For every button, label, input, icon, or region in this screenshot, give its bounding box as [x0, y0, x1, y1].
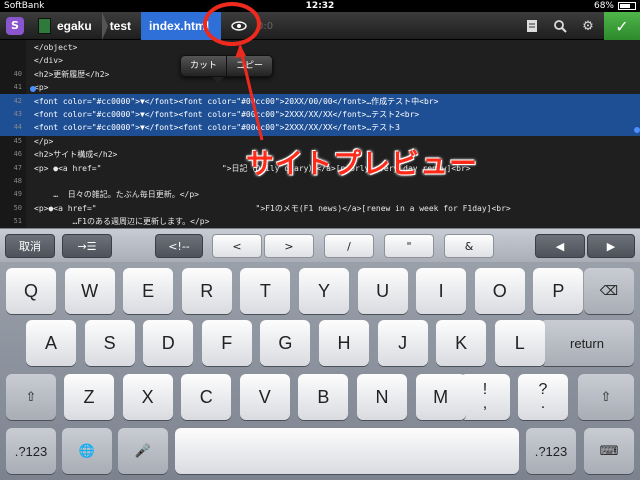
key-e[interactable]: E — [123, 268, 174, 314]
key-bottom-glyph: , — [482, 395, 488, 412]
space-bar[interactable] — [175, 428, 519, 474]
key-n[interactable]: N — [357, 374, 407, 420]
key-o[interactable]: O — [474, 268, 525, 314]
less-than-button[interactable]: < — [212, 234, 262, 258]
key-d[interactable]: D — [143, 320, 194, 366]
hide-keyboard-key[interactable]: ⌨ — [584, 428, 634, 474]
key-r[interactable]: R — [181, 268, 232, 314]
comment-button[interactable]: <!-- — [155, 234, 203, 258]
microphone-key[interactable]: 🎤 — [118, 428, 168, 474]
shift-key-right[interactable]: ⇧ — [578, 374, 634, 420]
key-z[interactable]: Z — [64, 374, 114, 420]
key-u[interactable]: U — [357, 268, 408, 314]
key-y[interactable]: Y — [299, 268, 349, 314]
key-w[interactable]: W — [64, 268, 115, 314]
exclamation-comma-key[interactable]: ! , — [460, 374, 510, 420]
key-s[interactable]: S — [84, 320, 135, 366]
return-key[interactable]: return — [540, 320, 634, 366]
numbers-key-left[interactable]: .?123 — [6, 428, 56, 474]
backspace-key[interactable]: ⌫ — [584, 268, 634, 314]
greater-than-button[interactable]: > — [264, 234, 314, 258]
key-b[interactable]: B — [298, 374, 349, 420]
indent-button[interactable]: →☰ — [62, 234, 112, 258]
key-i[interactable]: I — [416, 268, 467, 314]
key-m[interactable]: M — [415, 374, 466, 420]
globe-key[interactable]: 🌐 — [62, 428, 112, 474]
key-q[interactable]: Q — [6, 268, 56, 314]
key-k[interactable]: K — [436, 320, 487, 366]
key-p[interactable]: P — [533, 268, 584, 314]
key-l[interactable]: L — [494, 320, 545, 366]
key-v[interactable]: V — [239, 374, 290, 420]
annotation-label: サイトプレビュー — [246, 147, 479, 180]
key-c[interactable]: C — [181, 374, 232, 420]
ampersand-button[interactable]: & — [444, 234, 494, 258]
key-g[interactable]: G — [260, 320, 311, 366]
cursor-right-button[interactable]: ▶ — [587, 234, 635, 258]
key-bottom-glyph: . — [540, 395, 546, 412]
key-f[interactable]: F — [201, 320, 252, 366]
software-keyboard: ⌫ return ⇧ ! , ? . ⇧ .?123 🌐 🎤 .?123 ⌨ Q… — [0, 262, 640, 480]
key-a[interactable]: A — [26, 320, 76, 366]
quote-button[interactable]: " — [384, 234, 434, 258]
key-t[interactable]: T — [240, 268, 291, 314]
slash-button[interactable]: / — [324, 234, 374, 258]
question-period-key[interactable]: ? . — [518, 374, 568, 420]
undo-button[interactable]: 取消 — [5, 234, 55, 258]
cursor-left-button[interactable]: ◀ — [535, 234, 585, 258]
keyboard-accessory-bar: 取消 →☰ <!-- < > / " & ◀ ▶ — [0, 228, 640, 262]
shift-key-left[interactable]: ⇧ — [6, 374, 56, 420]
key-j[interactable]: J — [377, 320, 428, 366]
key-h[interactable]: H — [319, 320, 369, 366]
numbers-key-right[interactable]: .?123 — [526, 428, 576, 474]
key-x[interactable]: X — [122, 374, 173, 420]
